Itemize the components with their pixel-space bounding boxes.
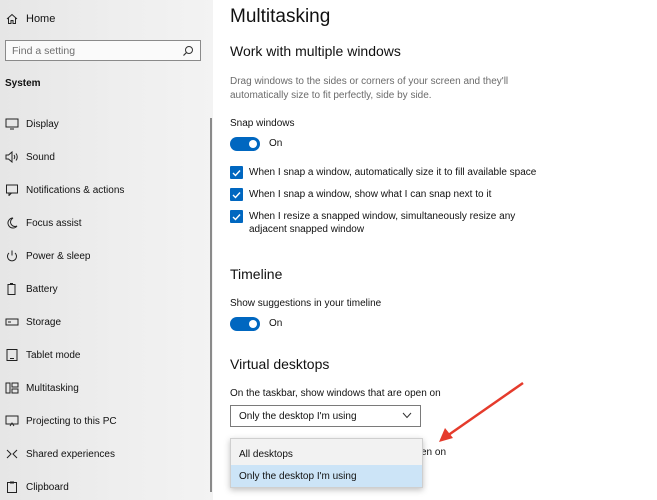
battery-icon bbox=[4, 282, 20, 296]
checkmark-icon bbox=[232, 169, 241, 177]
section-heading-timeline: Timeline bbox=[230, 266, 283, 282]
clipboard-icon bbox=[4, 480, 20, 494]
taskbar-windows-label: On the taskbar, show windows that are op… bbox=[230, 388, 441, 399]
checkbox-resize-adjacent[interactable] bbox=[230, 210, 243, 223]
sidebar-item-multitasking[interactable]: Multitasking bbox=[0, 376, 213, 400]
sidebar-item-focus-assist[interactable]: Focus assist bbox=[0, 211, 213, 235]
home-label: Home bbox=[26, 13, 56, 25]
projecting-icon bbox=[4, 414, 20, 428]
snap-windows-label: Snap windows bbox=[230, 118, 295, 129]
home-icon bbox=[6, 13, 18, 24]
sidebar-item-storage[interactable]: Storage bbox=[0, 310, 213, 334]
sidebar-item-display[interactable]: Display bbox=[0, 112, 213, 136]
sidebar-item-label: Display bbox=[26, 118, 59, 130]
sidebar-item-label: Projecting to this PC bbox=[26, 415, 117, 427]
sidebar-item-tablet-mode[interactable]: Tablet mode bbox=[0, 343, 213, 367]
sidebar-item-label: Clipboard bbox=[26, 481, 69, 493]
windows-description: Drag windows to the sides or corners of … bbox=[230, 76, 509, 101]
checkmark-icon bbox=[232, 213, 241, 221]
timeline-suggestions-toggle[interactable] bbox=[230, 317, 260, 331]
sidebar-scrollbar[interactable] bbox=[210, 118, 212, 492]
option-all-desktops[interactable]: All desktops bbox=[231, 443, 422, 465]
multitasking-icon bbox=[4, 381, 20, 395]
sidebar-item-projecting[interactable]: Projecting to this PC bbox=[0, 409, 213, 433]
timeline-suggestions-label: Show suggestions in your timeline bbox=[230, 298, 382, 309]
checkmark-icon bbox=[232, 191, 241, 199]
display-icon bbox=[4, 117, 20, 131]
power-icon bbox=[4, 249, 20, 263]
search-box[interactable] bbox=[5, 40, 201, 61]
checkbox-show-snap-next[interactable] bbox=[230, 188, 243, 201]
search-icon[interactable] bbox=[182, 45, 194, 57]
sidebar-item-notifications[interactable]: Notifications & actions bbox=[0, 178, 213, 202]
home-link[interactable]: Home bbox=[6, 9, 55, 29]
focus-assist-icon bbox=[4, 216, 20, 230]
sidebar-item-label: Power & sleep bbox=[26, 250, 91, 262]
desktop-options-dropdown: All desktops Only the desktop I'm using bbox=[230, 438, 423, 488]
sidebar-item-sound[interactable]: Sound bbox=[0, 145, 213, 169]
sidebar-item-label: Tablet mode bbox=[26, 349, 81, 361]
sidebar-item-clipboard[interactable]: Clipboard bbox=[0, 475, 213, 499]
select-value: Only the desktop I'm using bbox=[239, 411, 357, 422]
sidebar-item-label: Sound bbox=[26, 151, 55, 163]
sidebar-item-label: Storage bbox=[26, 316, 62, 328]
obscured-setting-text: en on bbox=[421, 447, 447, 458]
sidebar-item-shared-experiences[interactable]: Shared experiences bbox=[0, 442, 213, 466]
snap-windows-toggle[interactable] bbox=[230, 137, 260, 151]
section-heading-windows: Work with multiple windows bbox=[230, 43, 401, 59]
checkbox-auto-size[interactable] bbox=[230, 166, 243, 179]
timeline-suggestions-state: On bbox=[269, 318, 283, 329]
sidebar-item-power-sleep[interactable]: Power & sleep bbox=[0, 244, 213, 268]
sidebar-item-label: Notifications & actions bbox=[26, 184, 125, 196]
checkbox-show-snap-next-label: When I snap a window, show what I can sn… bbox=[249, 189, 492, 200]
settings-sidebar: Home System Display Sound Notifications … bbox=[0, 0, 213, 500]
tablet-icon bbox=[4, 348, 20, 362]
snap-windows-state: On bbox=[269, 138, 283, 149]
sidebar-item-label: Focus assist bbox=[26, 217, 82, 229]
checkbox-auto-size-label: When I snap a window, automatically size… bbox=[249, 167, 537, 178]
notifications-icon bbox=[4, 183, 20, 197]
sidebar-item-label: Shared experiences bbox=[26, 448, 115, 460]
section-heading-virtual-desktops: Virtual desktops bbox=[230, 356, 330, 372]
page-title: Multitasking bbox=[230, 6, 331, 27]
sidebar-item-label: Battery bbox=[26, 283, 58, 295]
sidebar-item-label: Multitasking bbox=[26, 382, 79, 394]
checkbox-resize-adjacent-label: When I resize a snapped window, simultan… bbox=[249, 211, 516, 235]
sound-icon bbox=[4, 150, 20, 164]
shared-icon bbox=[4, 447, 20, 461]
sidebar-item-battery[interactable]: Battery bbox=[0, 277, 213, 301]
chevron-down-icon bbox=[402, 412, 412, 419]
option-only-current-desktop[interactable]: Only the desktop I'm using bbox=[231, 465, 422, 487]
main-content: Multitasking Work with multiple windows … bbox=[213, 0, 657, 500]
taskbar-desktop-select[interactable]: Only the desktop I'm using bbox=[230, 405, 421, 427]
search-input[interactable] bbox=[12, 43, 172, 58]
sidebar-section-title: System bbox=[5, 78, 41, 89]
storage-icon bbox=[4, 315, 20, 329]
